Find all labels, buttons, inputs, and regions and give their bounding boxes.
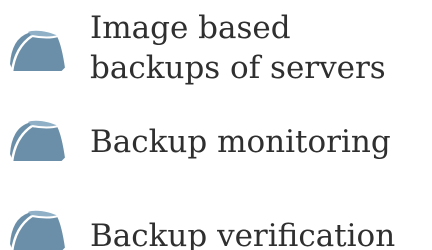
list-item: Image based backups of servers bbox=[0, 0, 432, 90]
list-item-label: Backup monitoring bbox=[90, 124, 391, 160]
list-item-label: Backup verification bbox=[90, 218, 396, 250]
hard-drive-icon bbox=[6, 26, 68, 74]
feature-list: Image based backups of servers Backup mo… bbox=[0, 0, 432, 250]
list-item-label: Image based backups of servers bbox=[90, 10, 386, 86]
list-item: Backup monitoring bbox=[0, 108, 432, 168]
hard-drive-icon bbox=[6, 206, 68, 250]
list-item: Backup verification bbox=[0, 194, 432, 250]
hard-drive-icon bbox=[6, 116, 68, 164]
